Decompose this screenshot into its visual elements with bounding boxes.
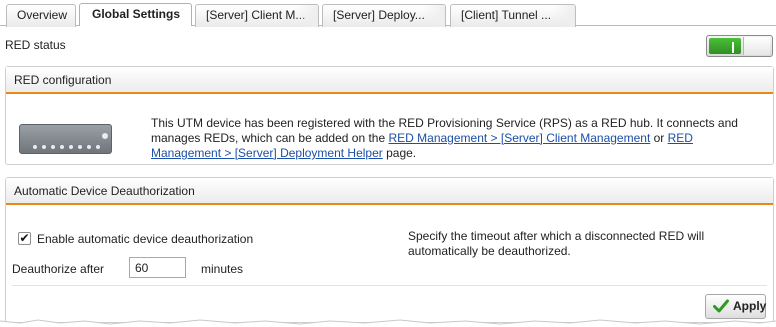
deauthorize-after-label: Deauthorize after [12,262,105,276]
tab-bar: Overview Global Settings [Server] Client… [0,0,776,27]
toggle-on-indicator [709,38,741,54]
toggle-on-bar-icon [732,42,734,53]
red-status-toggle[interactable] [706,35,773,57]
enable-deauthorization-checkbox[interactable]: ✔ [18,232,31,245]
tab-fade [423,5,445,27]
timeout-hint-text: Specify the timeout after which a discon… [408,229,705,258]
tab-client-tunnel[interactable]: [Client] Tunnel ... [450,4,576,27]
tab-server-deployment-helper[interactable]: [Server] Deploy... [322,4,446,27]
port-led-icon [42,145,46,149]
tab-label: [Client] Tunnel ... [461,8,552,22]
tab-fade [553,5,575,27]
red-configuration-panel: RED configuration This UTM device has be… [5,66,774,165]
description-text-end: page. [382,146,417,160]
panel-title: RED configuration [6,67,773,94]
port-led-icon [60,145,64,149]
enable-deauthorization-label: Enable automatic device deauthorization [37,232,254,246]
port-led-icon [51,145,55,149]
port-led-icon [69,145,73,149]
red-status-label: RED status [5,38,66,52]
registration-description: This UTM device has been registered with… [151,116,761,161]
torn-edge-decoration [0,319,776,327]
tab-server-client-management[interactable]: [Server] Client M... [195,4,319,27]
automatic-deauthorization-panel: Automatic Device Deauthorization ✔ Enabl… [5,177,774,323]
deauthorize-minutes-input[interactable] [129,257,186,278]
port-led-icon [87,145,91,149]
client-management-link[interactable]: RED Management > [Server] Client Managem… [388,131,650,145]
red-appliance-icon [19,124,112,154]
divider [12,285,767,286]
minutes-unit-label: minutes [201,262,244,276]
apply-label: Apply [733,299,767,313]
toggle-knob[interactable] [743,37,770,55]
tab-global-settings[interactable]: Global Settings [79,3,192,26]
port-led-icon [96,145,100,149]
description-text-or: or [650,131,668,145]
tab-overview[interactable]: Overview [6,4,76,27]
panel-title: Automatic Device Deauthorization [6,178,773,205]
apply-button[interactable]: Apply [705,294,766,319]
tab-label: [Server] Client M... [206,8,306,22]
port-led-icon [33,145,37,149]
tab-fade [296,5,318,27]
checkmark-icon [713,299,729,313]
tab-label: Overview [17,8,68,22]
tab-label: Global Settings [92,7,181,21]
tab-label: [Server] Deploy... [333,8,425,22]
port-led-icon [78,145,82,149]
power-led-icon [102,133,108,139]
